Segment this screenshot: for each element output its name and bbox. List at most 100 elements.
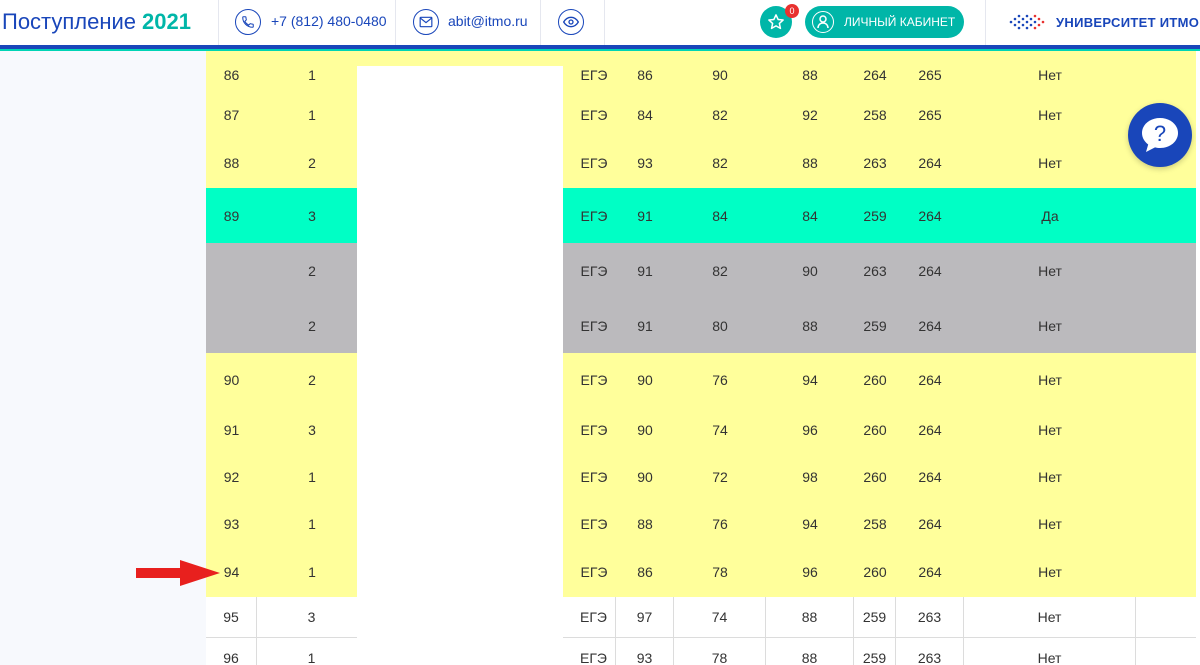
table-row: 95 3 ЕГЭ 97 74 88 259 263 Нет [206, 597, 1196, 638]
cell-num [206, 243, 257, 298]
cell-num: 91 [223, 421, 240, 438]
cell-empty [1136, 353, 1196, 406]
cell-original: Да [1041, 207, 1059, 224]
cell-empty [1136, 547, 1196, 597]
cell-prio: 1 [308, 564, 316, 580]
table-row: 94 1 ЕГЭ 86 78 96 260 264 Нет [206, 547, 1196, 597]
cell-original: Нет [1038, 421, 1062, 438]
cell-prio: 1 [308, 106, 316, 123]
cell-type: ЕГЭ [580, 155, 608, 171]
cell-s1: 93 [616, 638, 674, 665]
cell-s2: 82 [712, 262, 728, 279]
cell-empty [1136, 243, 1196, 298]
cell-type: ЕГЭ [572, 638, 616, 665]
cell-type: ЕГЭ [580, 515, 608, 532]
cell-s2: 82 [712, 106, 728, 123]
cell-empty [1136, 638, 1196, 665]
university-name: УНИВЕРСИТЕТ ИТМО [1056, 14, 1200, 30]
cell-prio: 1 [308, 515, 316, 532]
table-row: 88 2 ЕГЭ 93 82 88 263 264 Нет [206, 138, 1196, 188]
cell-s2: 84 [712, 207, 728, 224]
cell-prio: 1 [257, 638, 367, 665]
cell-total: 265 [918, 106, 942, 123]
user-icon [812, 11, 834, 33]
cell-original: Нет [1038, 371, 1062, 388]
cell-original: Нет [964, 597, 1136, 637]
cell-num: 92 [223, 468, 240, 485]
cell-total: 264 [918, 468, 942, 485]
table-row: 2 ЕГЭ 91 82 90 263 264 Нет [206, 243, 1196, 298]
cell-original: Нет [1038, 564, 1062, 580]
header-divider [218, 0, 219, 45]
table-row: 87 1 ЕГЭ 84 82 92 258 265 Нет [206, 91, 1196, 138]
cell-s1: 90 [637, 421, 653, 438]
phone-icon[interactable] [235, 9, 261, 35]
table-row: 89 3 ЕГЭ 91 84 84 259 264 Да [206, 188, 1196, 243]
cell-type: ЕГЭ [580, 317, 608, 334]
cell-prio: 2 [308, 371, 316, 388]
brand-title-text: Поступление [2, 9, 137, 34]
cell-original: Нет [1038, 155, 1062, 171]
cell-s3: 88 [766, 638, 854, 665]
cell-s1: 88 [637, 515, 653, 532]
cell-s1: 91 [637, 262, 653, 279]
help-chat-button[interactable]: ? [1128, 103, 1192, 167]
brand-year: 2021 [142, 9, 191, 34]
cell-prio: 3 [308, 421, 316, 438]
cell-s2: 74 [674, 597, 766, 637]
cell-original: Нет [1038, 262, 1062, 279]
itmo-logo-icon [1009, 14, 1045, 30]
red-arrow-marker [136, 560, 220, 586]
cell-s1: 84 [637, 106, 653, 123]
cell-s1: 91 [637, 317, 653, 334]
cell-type: ЕГЭ [580, 207, 608, 224]
cell-s3: 96 [802, 421, 818, 438]
cell-prio: 3 [308, 207, 316, 224]
email-link[interactable]: abit@itmo.ru [448, 13, 528, 29]
star-icon [768, 14, 784, 30]
itmo-logo[interactable]: УНИВЕРСИТЕТ ИТМО [1008, 12, 1199, 32]
cell-empty [1136, 188, 1196, 243]
cell-original: Нет [964, 638, 1136, 665]
cell-total: 264 [918, 564, 942, 580]
cell-empty [1136, 298, 1196, 353]
cell-prio: 3 [257, 597, 367, 637]
cell-s2: 76 [712, 515, 728, 532]
cell-s3: 92 [802, 106, 818, 123]
mail-icon[interactable] [413, 9, 439, 35]
cell-num: 88 [223, 155, 240, 171]
cell-type: ЕГЭ [572, 597, 616, 637]
cell-sum: 260 [863, 421, 887, 438]
cell-num: 89 [223, 207, 240, 224]
cell-empty [1136, 597, 1196, 637]
cell-s2: 82 [712, 155, 728, 171]
question-bubble-icon: ? [1142, 118, 1178, 152]
personal-cabinet-button[interactable]: ЛИЧНЫЙ КАБИНЕТ [805, 6, 964, 38]
cell-s1: 90 [637, 468, 653, 485]
applicants-table: 86 1 ЕГЭ 86 90 88 264 265 Нет 87 1 ЕГЭ 84 82 92 258 265 Н… [206, 51, 1196, 665]
cell-type: ЕГЭ [580, 371, 608, 388]
cell-s1: 86 [637, 564, 653, 580]
header-divider [540, 0, 541, 45]
cell-total: 264 [918, 207, 942, 224]
table-row: 92 1 ЕГЭ 90 72 98 260 264 Нет [206, 453, 1196, 500]
cell-s2: 80 [712, 317, 728, 334]
cell-sum: 259 [863, 207, 887, 224]
cell-sum: 259 [863, 317, 887, 334]
cell-s2: 76 [712, 371, 728, 388]
cell-s3: 88 [802, 317, 818, 334]
eye-icon[interactable] [558, 9, 584, 35]
cell-total: 263 [896, 597, 964, 637]
cell-sum: 260 [863, 564, 887, 580]
brand-title[interactable]: Поступление 2021 [2, 9, 191, 35]
cell-original: Нет [1038, 106, 1062, 123]
cell-original: Нет [1038, 515, 1062, 532]
phone-number[interactable]: +7 (812) 480-0480 [271, 13, 387, 29]
cell-sum: 260 [863, 468, 887, 485]
cell-s1: 97 [616, 597, 674, 637]
cell-sum: 258 [863, 106, 887, 123]
cell-s3: 94 [802, 371, 818, 388]
favorites-count-badge: 0 [785, 4, 799, 18]
cell-s1: 90 [637, 371, 653, 388]
cell-total: 264 [918, 421, 942, 438]
